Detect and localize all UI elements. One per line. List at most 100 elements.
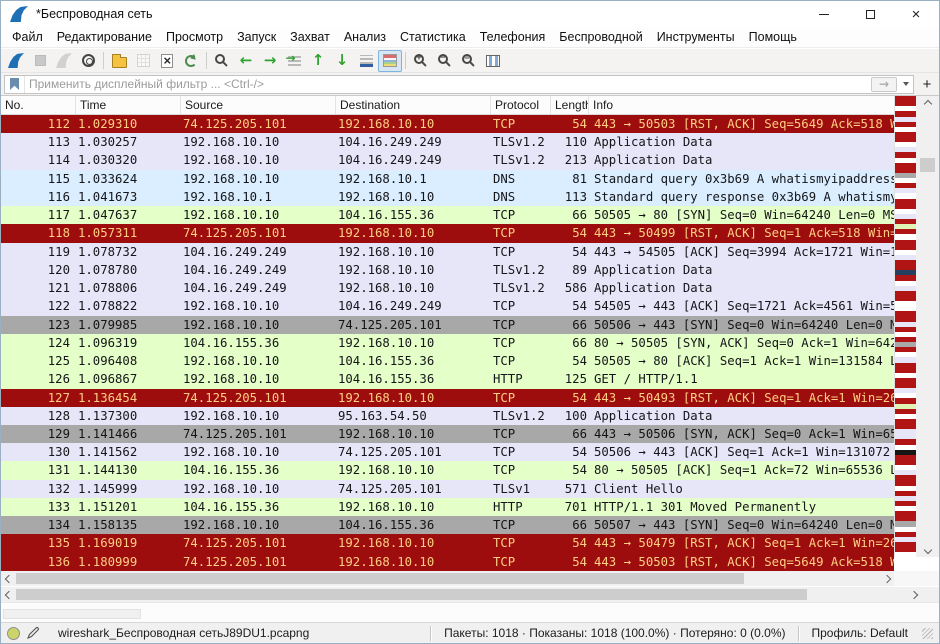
- save-file-button[interactable]: [131, 50, 155, 72]
- scroll-left-button[interactable]: [1, 587, 16, 602]
- zoom-in-button[interactable]: +: [409, 50, 433, 72]
- packet-row-131[interactable]: 1311.144130104.16.155.36192.168.10.10TCP…: [1, 461, 894, 479]
- packet-row-117[interactable]: 1171.047637192.168.10.10104.16.155.36TCP…: [1, 206, 894, 224]
- packet-row-136[interactable]: 1361.18099974.125.205.101192.168.10.10TC…: [1, 553, 894, 571]
- open-file-button[interactable]: [107, 50, 131, 72]
- next-packet-button[interactable]: →: [258, 50, 282, 72]
- packet-row-127[interactable]: 1271.13645474.125.205.101192.168.10.10TC…: [1, 389, 894, 407]
- apply-filter-button[interactable]: →: [871, 77, 897, 92]
- column-header-protocol[interactable]: Protocol: [491, 96, 551, 114]
- filter-bookmark-button[interactable]: [5, 76, 25, 93]
- first-packet-button[interactable]: ↑: [306, 50, 330, 72]
- horizontal-scroll-thumb[interactable]: [16, 589, 807, 600]
- scroll-left-button[interactable]: [1, 571, 16, 586]
- cell-info: 443 → 50499 [RST, ACK] Seq=1 Ack=518 Win…: [589, 224, 894, 242]
- minimize-button[interactable]: [801, 1, 847, 27]
- packet-list-minimap[interactable]: [894, 96, 916, 557]
- vertical-scrollbar[interactable]: [916, 96, 939, 557]
- cell-no: 114: [1, 151, 76, 169]
- menu-view[interactable]: Просмотр: [159, 28, 230, 46]
- scroll-up-button[interactable]: [916, 96, 939, 111]
- packet-row-133[interactable]: 1331.151201104.16.155.36192.168.10.10HTT…: [1, 498, 894, 516]
- column-header-source[interactable]: Source: [181, 96, 336, 114]
- stop-capture-button[interactable]: [28, 50, 52, 72]
- menu-edit[interactable]: Редактирование: [50, 28, 159, 46]
- column-header-no[interactable]: No.: [1, 96, 76, 114]
- menu-bar: ФайлРедактированиеПросмотрЗапускЗахватАн…: [1, 27, 939, 48]
- close-file-button[interactable]: [155, 50, 179, 72]
- find-packet-button[interactable]: [210, 50, 234, 72]
- reload-file-button[interactable]: [179, 50, 203, 72]
- previous-packet-button[interactable]: ←: [234, 50, 258, 72]
- cell-proto: TLSv1.2: [491, 407, 551, 425]
- packet-row-126[interactable]: 1261.096867192.168.10.10104.16.155.36HTT…: [1, 370, 894, 388]
- cell-proto: TCP: [491, 334, 551, 352]
- last-packet-button[interactable]: ↓: [330, 50, 354, 72]
- scroll-right-button[interactable]: [879, 571, 894, 586]
- filter-dropdown-button[interactable]: [899, 76, 913, 93]
- packet-row-114[interactable]: 1141.030320192.168.10.10104.16.249.249TL…: [1, 151, 894, 169]
- packet-row-123[interactable]: 1231.079985192.168.10.1074.125.205.101TC…: [1, 316, 894, 334]
- packet-row-130[interactable]: 1301.141562192.168.10.1074.125.205.101TC…: [1, 443, 894, 461]
- zoom-out-button[interactable]: −: [433, 50, 457, 72]
- menu-tools[interactable]: Инструменты: [650, 28, 742, 46]
- packet-row-125[interactable]: 1251.096408192.168.10.10104.16.155.36TCP…: [1, 352, 894, 370]
- packet-row-124[interactable]: 1241.096319104.16.155.36192.168.10.10TCP…: [1, 334, 894, 352]
- packet-row-129[interactable]: 1291.14146674.125.205.101192.168.10.10TC…: [1, 425, 894, 443]
- close-button[interactable]: ×: [893, 1, 939, 27]
- auto-scroll-button[interactable]: [354, 50, 378, 72]
- cell-len: 54: [551, 461, 589, 479]
- cell-dst: 74.125.205.101: [336, 443, 491, 461]
- packet-row-121[interactable]: 1211.078806104.16.249.249192.168.10.10TL…: [1, 279, 894, 297]
- maximize-button[interactable]: [847, 1, 893, 27]
- menu-capture[interactable]: Захват: [283, 28, 337, 46]
- packet-row-113[interactable]: 1131.030257192.168.10.10104.16.249.249TL…: [1, 133, 894, 151]
- packet-row-112[interactable]: 1121.02931074.125.205.101192.168.10.10TC…: [1, 115, 894, 133]
- packet-row-135[interactable]: 1351.16901974.125.205.101192.168.10.10TC…: [1, 534, 894, 552]
- column-header-length[interactable]: Length: [551, 96, 589, 114]
- scroll-right-button[interactable]: [906, 587, 921, 602]
- packet-row-128[interactable]: 1281.137300192.168.10.1095.163.54.50TLSv…: [1, 407, 894, 425]
- capture-comment-button[interactable]: [26, 623, 40, 643]
- vertical-scroll-thumb[interactable]: [920, 158, 935, 172]
- menu-telephony[interactable]: Телефония: [473, 28, 553, 46]
- packet-row-132[interactable]: 1321.145999192.168.10.1074.125.205.101TL…: [1, 480, 894, 498]
- cell-src: 104.16.155.36: [181, 461, 336, 479]
- menu-statistics[interactable]: Статистика: [393, 28, 473, 46]
- packet-row-122[interactable]: 1221.078822192.168.10.10104.16.249.249TC…: [1, 297, 894, 315]
- resize-columns-button[interactable]: [481, 50, 505, 72]
- cell-no: 131: [1, 461, 76, 479]
- packet-row-118[interactable]: 1181.05731174.125.205.101192.168.10.10TC…: [1, 224, 894, 242]
- colorize-packets-button[interactable]: [378, 50, 402, 72]
- menu-analyze[interactable]: Анализ: [337, 28, 393, 46]
- cell-time: 1.078822: [76, 297, 181, 315]
- menu-file[interactable]: Файл: [5, 28, 50, 46]
- capture-options-button[interactable]: [76, 50, 100, 72]
- go-to-packet-button[interactable]: [282, 50, 306, 72]
- display-filter-input[interactable]: [25, 77, 871, 91]
- packet-row-116[interactable]: 1161.041673192.168.10.1192.168.10.10DNS1…: [1, 188, 894, 206]
- zoom-100-button[interactable]: =: [457, 50, 481, 72]
- start-capture-button[interactable]: [4, 50, 28, 72]
- horizontal-scroll-thumb[interactable]: [16, 573, 744, 584]
- restart-capture-button[interactable]: [52, 50, 76, 72]
- packet-list-hscrollbar[interactable]: [1, 571, 894, 586]
- cell-proto: TCP: [491, 461, 551, 479]
- packet-row-115[interactable]: 1151.033624192.168.10.10192.168.10.1DNS8…: [1, 170, 894, 188]
- menu-go[interactable]: Запуск: [230, 28, 283, 46]
- column-header-destination[interactable]: Destination: [336, 96, 491, 114]
- add-filter-button[interactable]: +: [918, 75, 936, 93]
- menu-help[interactable]: Помощь: [742, 28, 804, 46]
- lower-hscrollbar[interactable]: [1, 587, 921, 602]
- packet-row-119[interactable]: 1191.078732104.16.249.249192.168.10.10TC…: [1, 243, 894, 261]
- packet-row-134[interactable]: 1341.158135192.168.10.10104.16.155.36TCP…: [1, 516, 894, 534]
- cell-no: 113: [1, 133, 76, 151]
- column-header-time[interactable]: Time: [76, 96, 181, 114]
- scroll-down-button[interactable]: [916, 542, 939, 557]
- resize-grip[interactable]: [922, 628, 933, 639]
- packet-row-120[interactable]: 1201.078780104.16.249.249192.168.10.10TL…: [1, 261, 894, 279]
- menu-wireless[interactable]: Беспроводной: [552, 28, 649, 46]
- profile-selector[interactable]: Профиль: Default: [806, 626, 915, 640]
- expert-info-button[interactable]: [7, 623, 20, 643]
- column-header-info[interactable]: Info: [589, 96, 894, 114]
